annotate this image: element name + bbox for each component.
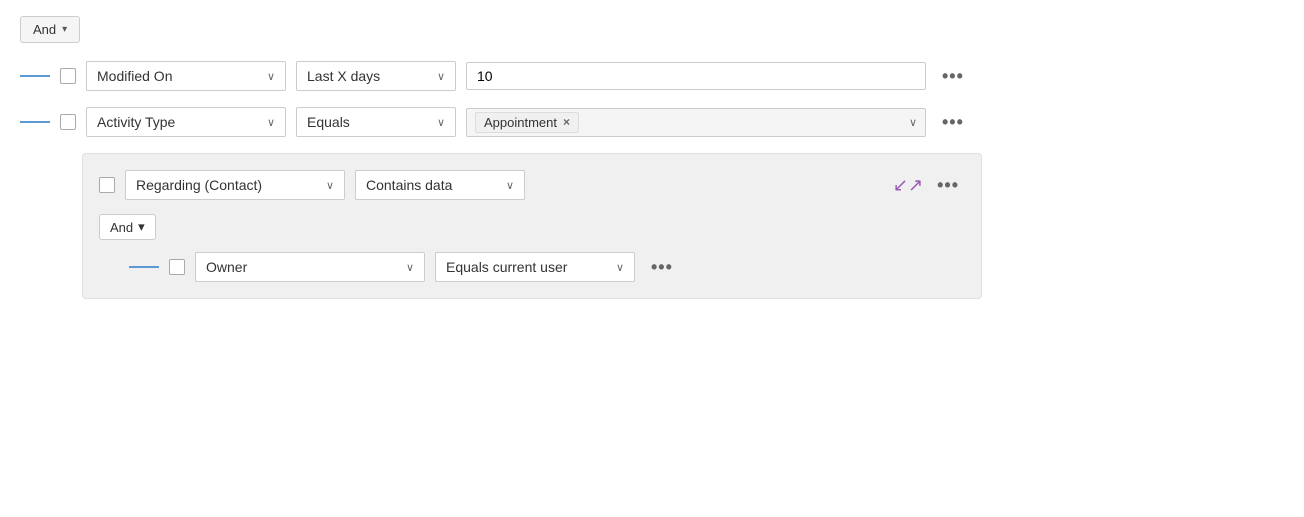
row-modified-on: Modified On ∨ Last X days ∨ •••: [20, 61, 1284, 91]
nested-operator-chevron: ∨: [616, 261, 624, 274]
nested-field-label: Owner: [206, 259, 247, 275]
sub-group-field-select[interactable]: Regarding (Contact) ∨: [125, 170, 345, 200]
row1-field-chevron: ∨: [267, 70, 275, 83]
row1-operator-chevron: ∨: [437, 70, 445, 83]
collapse-icon[interactable]: ↙↗: [893, 175, 923, 196]
sub-group-operator-chevron: ∨: [506, 179, 514, 192]
top-and-button[interactable]: And ▾: [20, 16, 80, 43]
row2-operator-select[interactable]: Equals ∨: [296, 107, 456, 137]
row2-field-label: Activity Type: [97, 114, 175, 130]
row1-operator-label: Last X days: [307, 68, 380, 84]
sub-group-more-options[interactable]: •••: [931, 171, 965, 200]
sub-group-field-label: Regarding (Contact): [136, 177, 262, 193]
sub-group-row: Regarding (Contact) ∨ Contains data ∨ ↙↗…: [99, 170, 965, 200]
nested-checkbox[interactable]: [169, 259, 185, 275]
row1-field-select[interactable]: Modified On ∨: [86, 61, 286, 91]
row1-field-label: Modified On: [97, 68, 172, 84]
nested-field-select[interactable]: Owner ∨: [195, 252, 425, 282]
sub-group-operator-label: Contains data: [366, 177, 452, 193]
row2-field-chevron: ∨: [267, 116, 275, 129]
condition-rows: Modified On ∨ Last X days ∨ ••• Activity…: [20, 61, 1284, 311]
sub-group-operator-select[interactable]: Contains data ∨: [355, 170, 525, 200]
inner-and-label: And: [110, 220, 133, 235]
row1-operator-select[interactable]: Last X days ∨: [296, 61, 456, 91]
filter-builder: And ▾ Modified On ∨ Last X days ∨ •••: [0, 0, 1304, 327]
row-line-2: [20, 121, 50, 123]
row2-checkbox[interactable]: [60, 114, 76, 130]
row2-tag-chevron[interactable]: ∨: [901, 116, 917, 129]
row2-value-tag-container[interactable]: Appointment × ∨: [466, 108, 926, 137]
row2-tag-close[interactable]: ×: [563, 115, 570, 129]
nested-line: [129, 266, 159, 268]
row2-tag-text: Appointment: [484, 115, 557, 130]
top-and-chevron: ▾: [62, 24, 67, 35]
inner-and-button[interactable]: And ▾: [99, 214, 156, 240]
nested-operator-select[interactable]: Equals current user ∨: [435, 252, 635, 282]
nested-field-chevron: ∨: [406, 261, 414, 274]
nested-operator-label: Equals current user: [446, 259, 567, 275]
nested-row-owner: Owner ∨ Equals current user ∨ •••: [129, 252, 965, 282]
row2-value-tag: Appointment ×: [475, 112, 579, 133]
row-line-1: [20, 75, 50, 77]
sub-group-checkbox[interactable]: [99, 177, 115, 193]
row1-more-options[interactable]: •••: [936, 62, 970, 91]
row1-checkbox[interactable]: [60, 68, 76, 84]
sub-group-actions: ↙↗ •••: [893, 171, 965, 200]
top-and-label: And: [33, 22, 56, 37]
inner-and-chevron: ▾: [138, 219, 145, 235]
row2-more-options[interactable]: •••: [936, 108, 970, 137]
row2-operator-label: Equals: [307, 114, 350, 130]
sub-group: Regarding (Contact) ∨ Contains data ∨ ↙↗…: [82, 153, 982, 299]
sub-group-wrapper: Regarding (Contact) ∨ Contains data ∨ ↙↗…: [20, 153, 1284, 311]
sub-group-field-chevron: ∨: [326, 179, 334, 192]
row2-field-select[interactable]: Activity Type ∨: [86, 107, 286, 137]
row1-value-field[interactable]: [466, 62, 926, 90]
nested-more-options[interactable]: •••: [645, 253, 679, 282]
row1-value-input[interactable]: [477, 68, 915, 84]
row2-operator-chevron: ∨: [437, 116, 445, 129]
row-activity-type: Activity Type ∨ Equals ∨ Appointment × ∨…: [20, 107, 1284, 137]
